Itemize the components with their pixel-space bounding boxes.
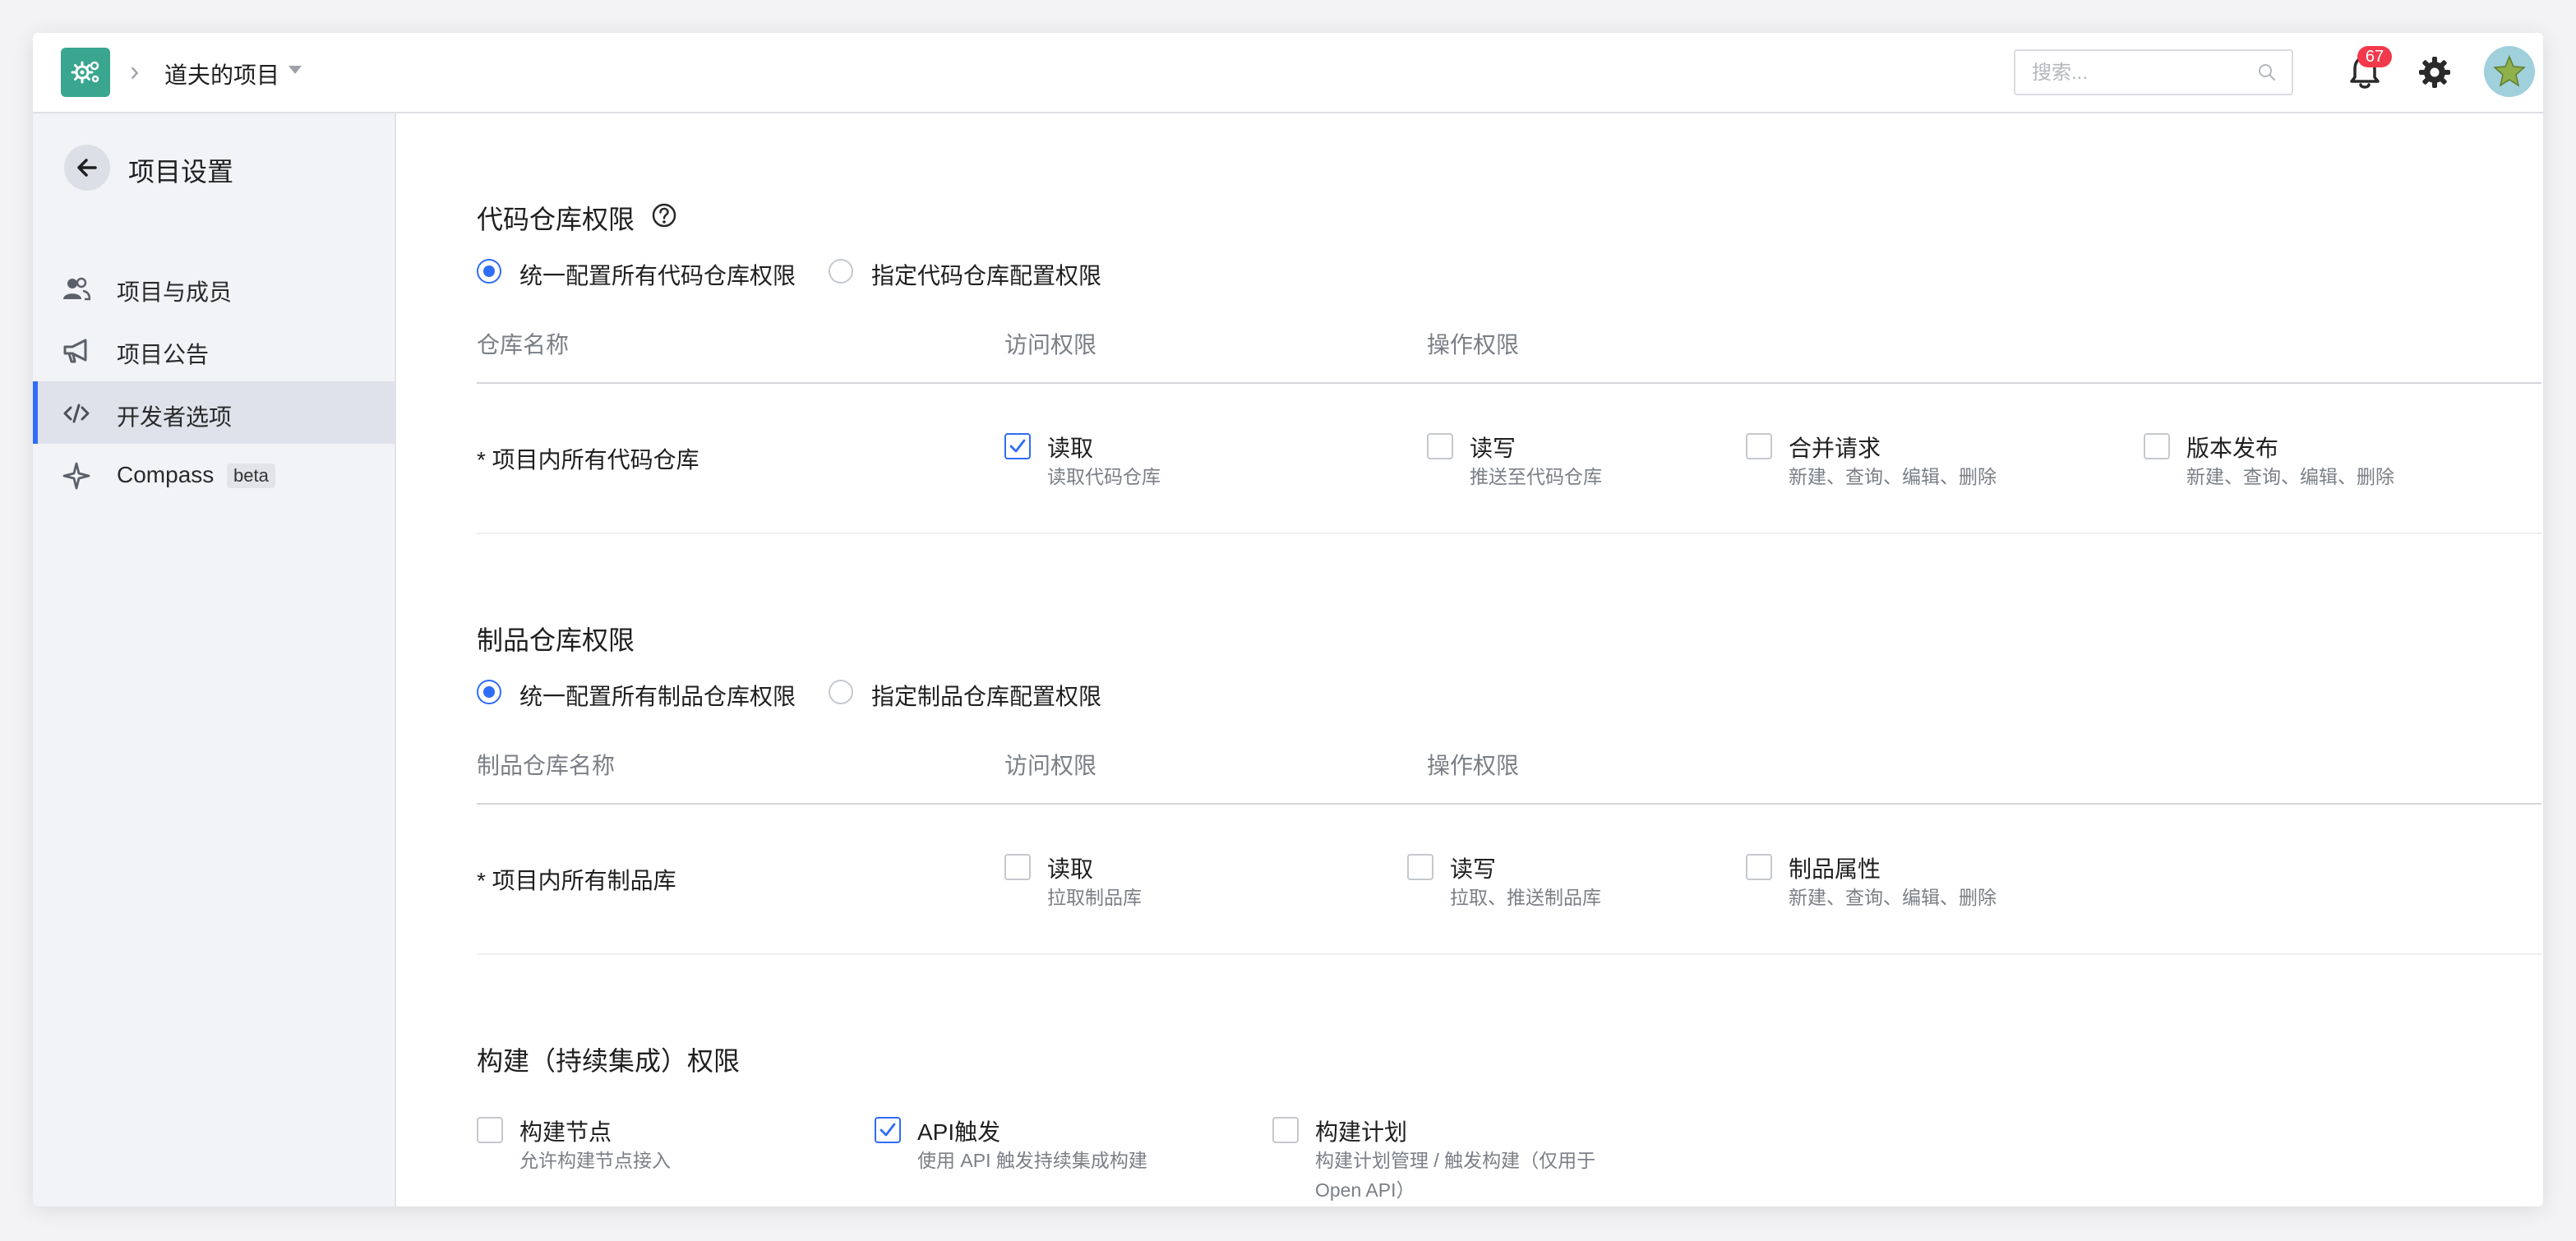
row-label-all-artifact-repos: * 项目内所有制品库 — [477, 868, 676, 893]
column-header-artifact-name: 制品仓库名称 — [477, 753, 616, 778]
ci-title: 构建（持续集成）权限 — [477, 1046, 741, 1076]
column-header-operations: 操作权限 — [1427, 332, 1520, 358]
arrow-left-icon — [77, 159, 97, 177]
sidebar: 项目设置 项目与成员 项目公告 开发者选项 Compass beta — [33, 113, 396, 1206]
row-label-all-code-repos: * 项目内所有代码仓库 — [477, 447, 699, 473]
help-icon[interactable] — [651, 202, 677, 228]
perm-label: 读取 — [1047, 856, 1094, 882]
sidebar-item-developer-options[interactable]: 开发者选项 — [33, 381, 395, 444]
radio-artifact-specific[interactable] — [829, 680, 853, 704]
sidebar-item-label: 项目公告 — [117, 342, 210, 367]
perm-desc: 推送至代码仓库 — [1470, 466, 1602, 487]
checkbox-ci-api-trigger[interactable] — [875, 1117, 901, 1143]
perm-desc: 允许构建节点接入 — [519, 1150, 671, 1171]
artifact-repo-title: 制品仓库权限 — [477, 625, 635, 655]
perm-desc: 新建、查询、编辑、删除 — [1789, 887, 1997, 908]
code-icon — [63, 404, 90, 423]
sidebar-title: 项目设置 — [128, 157, 234, 187]
row-divider — [477, 953, 2541, 955]
main-content: 代码仓库权限 统一配置所有代码仓库权限 指定代码仓库配置权限 仓库名称 访问权限… — [396, 113, 2543, 1206]
radio-code-specific-label[interactable]: 指定代码仓库配置权限 — [871, 258, 1101, 291]
checkbox-code-release[interactable] — [2144, 433, 2170, 459]
perm-desc: 拉取制品库 — [1047, 887, 1142, 908]
members-icon — [63, 277, 90, 301]
perm-desc: 构建计划管理 / 触发构建（仅用于 — [1315, 1150, 1596, 1171]
checkbox-artifact-properties[interactable] — [1746, 854, 1772, 880]
perm-label: 版本发布 — [2186, 436, 2279, 461]
radio-artifact-unified[interactable] — [477, 680, 501, 704]
perm-desc: 新建、查询、编辑、删除 — [1789, 466, 1997, 487]
perm-label: 制品属性 — [1789, 856, 1881, 882]
settings-gear-icon[interactable] — [2417, 54, 2453, 90]
sidebar-item-label: 项目与成员 — [117, 279, 233, 305]
megaphone-icon — [63, 339, 87, 363]
column-header-access: 访问权限 — [1004, 753, 1097, 778]
check-icon — [1009, 439, 1026, 453]
perm-label: 读取 — [1047, 436, 1094, 461]
perm-label: 读写 — [1450, 856, 1497, 882]
perm-label: 合并请求 — [1789, 436, 1881, 461]
perm-label: 构建节点 — [519, 1119, 612, 1145]
row-divider — [477, 533, 2541, 534]
radio-artifact-specific-label[interactable]: 指定制品仓库配置权限 — [871, 679, 1101, 712]
sidebar-item-compass[interactable]: Compass beta — [33, 444, 395, 506]
sidebar-item-announcements[interactable]: 项目公告 — [33, 319, 395, 381]
perm-label: 构建计划 — [1315, 1119, 1408, 1145]
search-icon[interactable] — [2257, 62, 2277, 82]
check-icon — [879, 1123, 896, 1137]
beta-badge: beta — [227, 464, 275, 488]
column-header-repo-name: 仓库名称 — [477, 332, 570, 358]
gear-logo-icon — [71, 61, 99, 84]
checkbox-artifact-readwrite[interactable] — [1407, 854, 1433, 880]
user-avatar[interactable] — [2484, 46, 2535, 97]
checkbox-ci-build-plan[interactable] — [1272, 1117, 1299, 1143]
sidebar-item-label: Compass — [117, 462, 215, 487]
search-box[interactable] — [2014, 49, 2293, 95]
column-header-operations: 操作权限 — [1427, 753, 1520, 778]
radio-artifact-unified-label[interactable]: 统一配置所有制品仓库权限 — [519, 679, 796, 712]
radio-code-specific[interactable] — [829, 259, 853, 284]
notification-badge: 67 — [2357, 46, 2392, 67]
star-avatar-icon — [2493, 55, 2526, 87]
app-window: › 道夫的项目 67 — [33, 33, 2543, 1206]
perm-label: API触发 — [917, 1119, 1001, 1145]
search-input[interactable] — [2030, 51, 2247, 95]
checkbox-artifact-read[interactable] — [1004, 854, 1031, 880]
checkbox-ci-build-node[interactable] — [477, 1117, 503, 1143]
perm-desc: 使用 API 触发持续集成构建 — [917, 1150, 1147, 1171]
breadcrumb-separator-icon: › — [130, 56, 140, 87]
sidebar-item-label: 开发者选项 — [117, 404, 233, 430]
perm-label: 读写 — [1470, 436, 1517, 461]
caret-down-icon[interactable] — [288, 64, 302, 76]
code-repo-title: 代码仓库权限 — [477, 205, 635, 234]
sidebar-item-members[interactable]: 项目与成员 — [33, 256, 395, 319]
radio-code-unified-label[interactable]: 统一配置所有代码仓库权限 — [519, 258, 796, 291]
perm-desc-continued: Open API） — [1315, 1179, 1415, 1201]
back-button[interactable] — [64, 145, 110, 191]
app-logo[interactable] — [61, 48, 110, 97]
table-header-divider — [477, 382, 2541, 384]
perm-desc: 读取代码仓库 — [1047, 466, 1161, 487]
perm-desc: 新建、查询、编辑、删除 — [2186, 466, 2394, 487]
table-header-divider — [477, 803, 2541, 805]
checkbox-code-merge-request[interactable] — [1746, 433, 1772, 459]
checkbox-code-readwrite[interactable] — [1427, 433, 1453, 459]
project-name[interactable]: 道夫的项目 — [164, 58, 279, 90]
top-bar: › 道夫的项目 67 — [33, 33, 2543, 113]
radio-code-unified[interactable] — [477, 259, 501, 284]
compass-icon — [62, 462, 90, 490]
checkbox-code-read[interactable] — [1004, 433, 1031, 459]
column-header-access: 访问权限 — [1004, 332, 1097, 358]
perm-desc: 拉取、推送制品库 — [1450, 887, 1601, 908]
